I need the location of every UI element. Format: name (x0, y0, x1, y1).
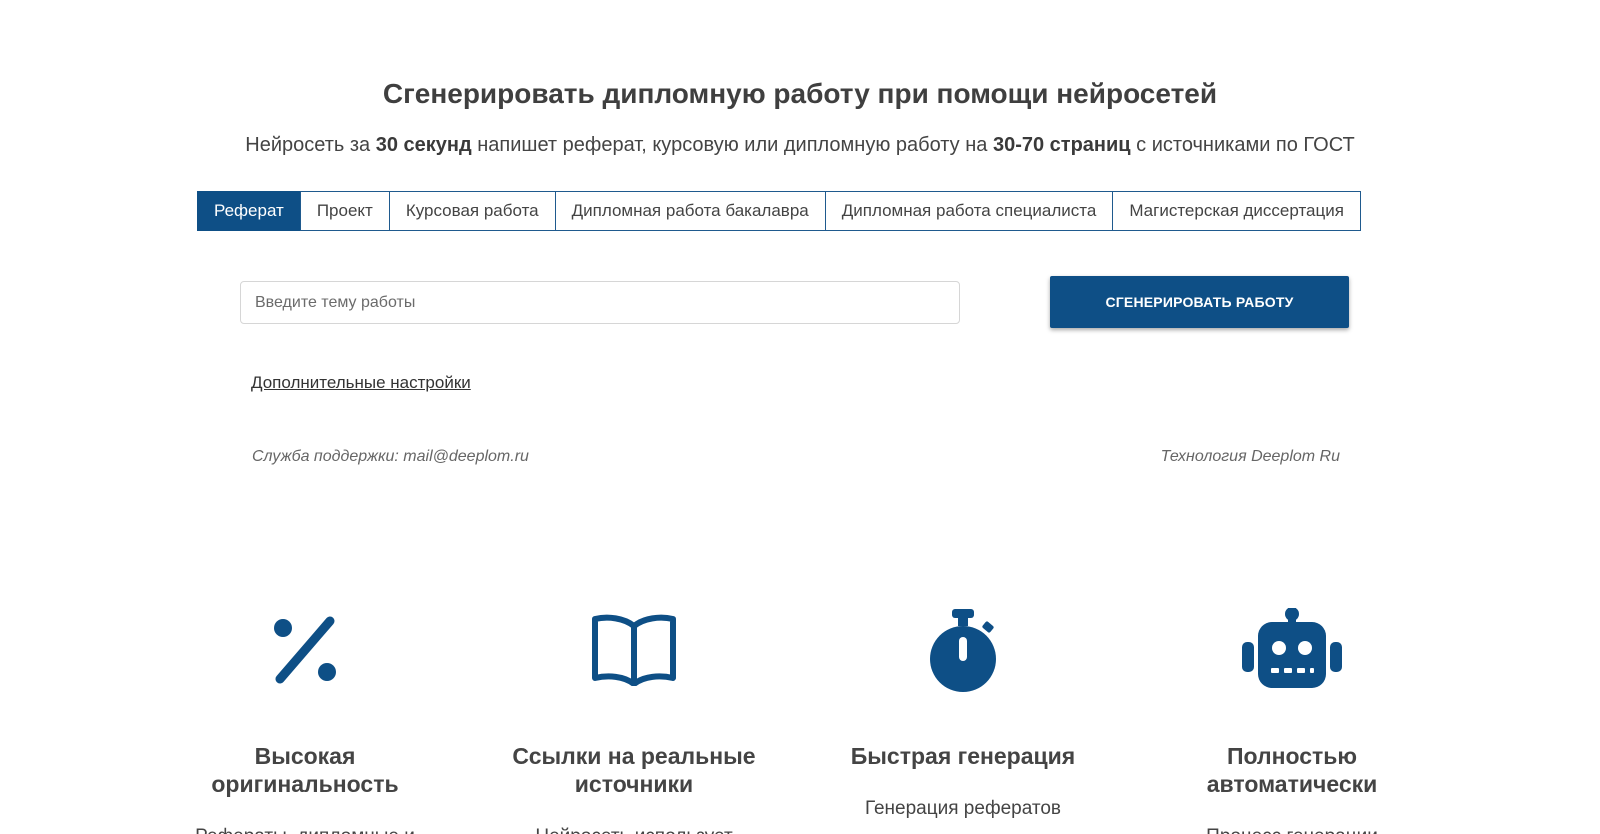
subtitle-emphasis-pages: 30-70 страниц (992, 134, 1131, 156)
feature-description: Нейросеть использует (474, 826, 794, 834)
technology-note: Технология Deeplom Ru (1160, 448, 1340, 465)
subtitle-text: Нейросеть за (245, 134, 376, 156)
feature-title: Полностью автоматически (1132, 742, 1452, 798)
generate-button[interactable]: СГЕНЕРИРОВАТЬ РАБОТУ (1050, 276, 1349, 328)
feature-title-line: оригинальность (211, 771, 399, 797)
feature-title-line: Полностью (1226, 743, 1358, 769)
features-section: Высокая оригинальность Рефераты, дипломн… (0, 600, 1600, 834)
feature-originality: Высокая оригинальность Рефераты, дипломн… (145, 600, 465, 834)
tab-referat[interactable]: Реферат (197, 191, 301, 231)
feature-fast-generation: Быстрая генерация Генерация рефератов (803, 600, 1123, 820)
work-type-tabs: Реферат Проект Курсовая работа Дипломная… (197, 191, 1361, 231)
stopwatch-icon (930, 609, 996, 692)
percent-icon (274, 616, 336, 684)
feature-description: Процесс генерации (1132, 826, 1452, 834)
robot-icon (1242, 608, 1342, 688)
topic-input[interactable] (240, 281, 960, 324)
page-title: Сгенерировать дипломную работу при помощ… (382, 78, 1218, 109)
feature-fully-automatic: Полностью автоматически Процесс генераци… (1132, 600, 1452, 834)
tab-project[interactable]: Проект (299, 191, 390, 231)
tab-specialist-thesis[interactable]: Дипломная работа специалиста (824, 191, 1114, 231)
feature-title-line: источники (574, 771, 694, 797)
feature-title: Ссылки на реальные источники (474, 742, 794, 798)
additional-settings-link[interactable]: Дополнительные настройки (251, 373, 471, 393)
subtitle-text: с источниками по ГОСТ (1130, 134, 1355, 156)
feature-title-line: Быстрая генерация (850, 743, 1076, 769)
tab-master-dissertation[interactable]: Магистерская диссертация (1112, 191, 1361, 231)
tab-bachelor-thesis[interactable]: Дипломная работа бакалавра (554, 191, 826, 231)
feature-title-line: Высокая (254, 743, 356, 769)
subtitle-emphasis-time: 30 секунд (375, 134, 472, 156)
feature-title-line: Ссылки на реальные (512, 743, 756, 769)
feature-title: Высокая оригинальность (145, 742, 465, 798)
tab-coursework[interactable]: Курсовая работа (388, 191, 556, 231)
subtitle-text: напишет реферат, курсовую или дипломную … (471, 134, 993, 156)
feature-description: Генерация рефератов (864, 798, 1062, 819)
support-contact: Служба поддержки: mail@deeplom.ru (252, 448, 529, 465)
open-book-icon (592, 614, 676, 686)
feature-description: Рефераты, дипломные и (145, 826, 465, 834)
page-subtitle: Нейросеть за 30 секунд напишет реферат, … (0, 134, 1600, 157)
feature-title: Быстрая генерация (803, 742, 1123, 770)
feature-real-sources: Ссылки на реальные источники Нейросеть и… (474, 600, 794, 834)
feature-title-line: автоматически (1206, 771, 1378, 797)
